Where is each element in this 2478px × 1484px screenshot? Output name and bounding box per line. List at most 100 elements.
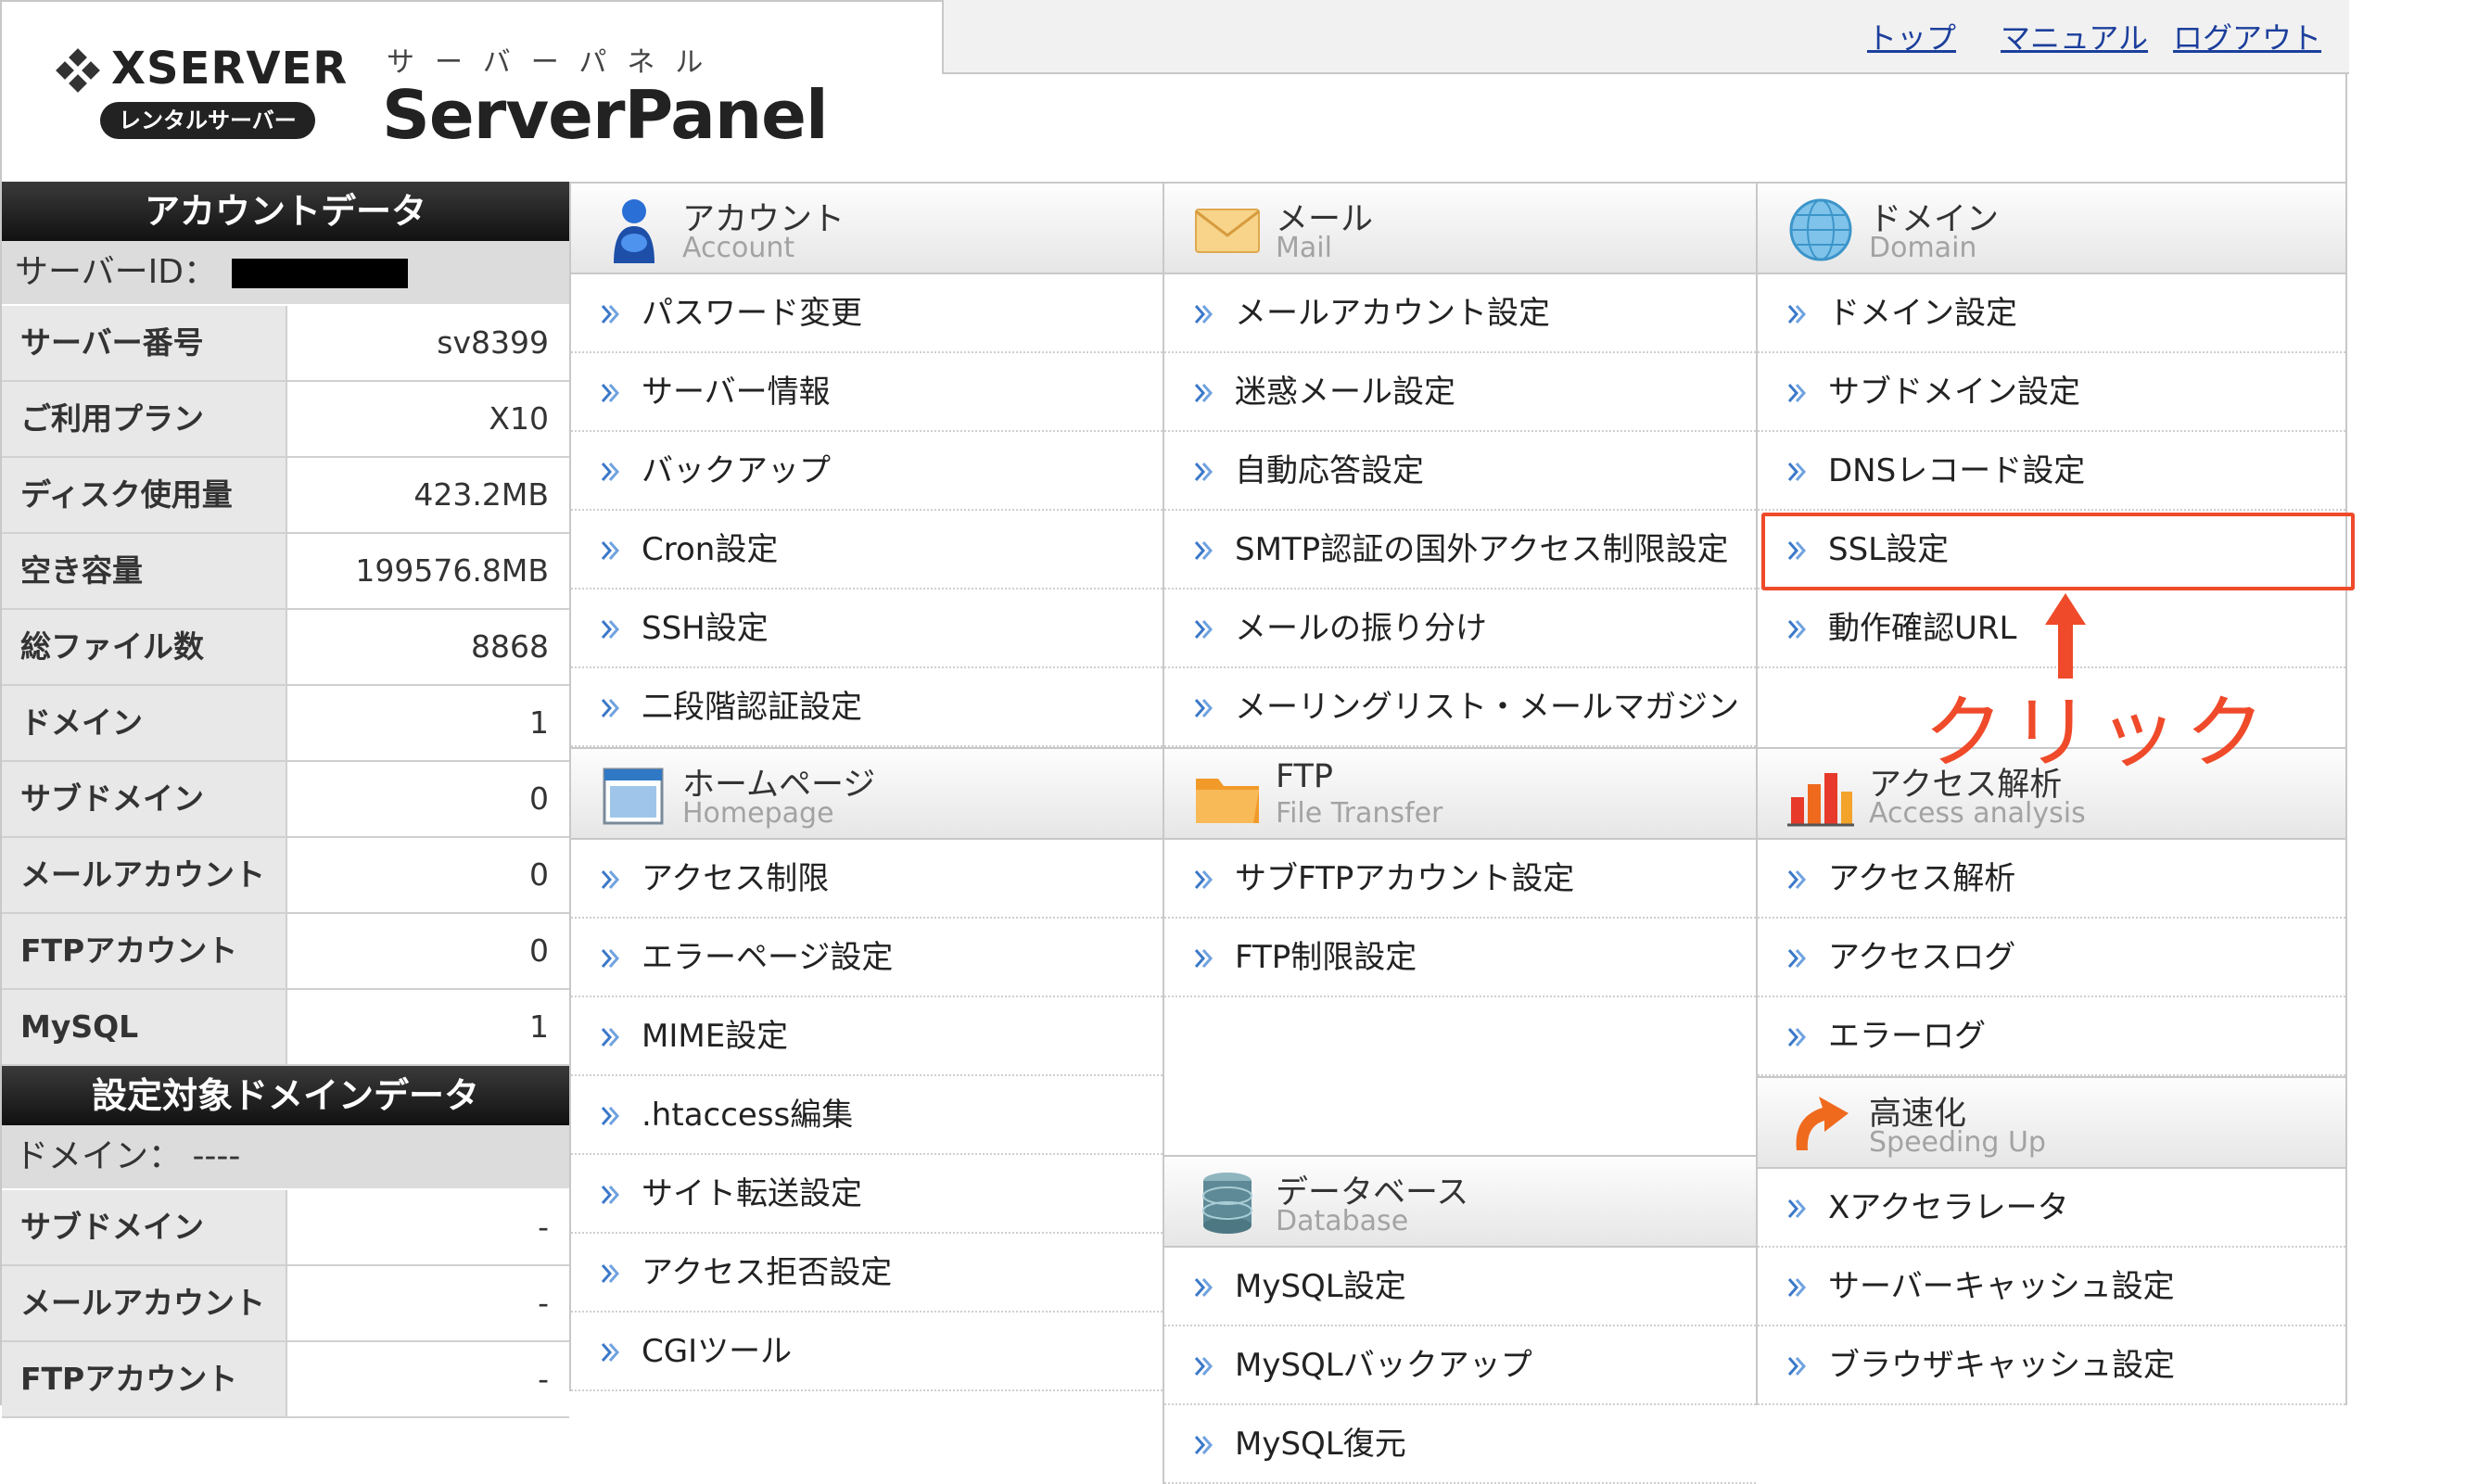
chevron-right-icon <box>1787 620 1807 639</box>
menu-item-account-4[interactable]: SSH設定 <box>571 590 1163 668</box>
chevron-right-icon <box>1194 1278 1214 1297</box>
server-id-redacted <box>231 259 408 288</box>
column-2: メール Mail メールアカウント設定 迷惑メール設定 自動応答設定 SMTP認証の国外ア… <box>1163 182 1756 1484</box>
sidebar: アカウントデータ サーバーID： サーバー番号 sv8399 ご利用プラン X10 ディ… <box>0 182 569 1418</box>
info-row: MySQL 1 <box>2 990 569 1066</box>
menu-item-account-2[interactable]: バックアップ <box>571 432 1163 511</box>
menu-item-account-0[interactable]: パスワード変更 <box>571 274 1163 353</box>
chevron-right-icon <box>1194 305 1214 323</box>
speed-arrow-icon <box>1796 1097 1849 1150</box>
info-key: サーバー番号 <box>2 306 287 380</box>
menu-item-label: メーリングリスト・メールマガジン <box>1235 689 1739 726</box>
info-value: 1 <box>529 1008 549 1045</box>
menu-item-mail-5[interactable]: メーリングリスト・メールマガジン <box>1164 668 1756 747</box>
empty-cell <box>1164 1076 1756 1155</box>
menu-item-ftp-0[interactable]: サブFTPアカウント設定 <box>1164 840 1756 919</box>
menu-item-mail-0[interactable]: メールアカウント設定 <box>1164 274 1756 353</box>
menu-item-label: Xアクセラレータ <box>1828 1189 2069 1226</box>
menu-item-label: エラーページ設定 <box>642 939 894 976</box>
chevron-right-icon <box>1194 1436 1214 1454</box>
globe-icon <box>1789 198 1852 261</box>
info-value: X10 <box>489 400 549 437</box>
header: XSERVER レンタルサーバー サーバーパネル ServerPanel トップ… <box>0 0 2349 182</box>
menu-item-account-1[interactable]: サーバー情報 <box>571 353 1163 432</box>
menu-item-speed-0[interactable]: Xアクセラレータ <box>1758 1169 2345 1248</box>
menu-item-speed-1[interactable]: サーバーキャッシュ設定 <box>1758 1248 2345 1326</box>
info-row: 総ファイル数 8868 <box>2 610 569 686</box>
nav-manual-link[interactable]: マニュアル <box>2001 15 2148 57</box>
menu-item-mail-1[interactable]: 迷惑メール設定 <box>1164 353 1756 432</box>
menu-item-homepage-5[interactable]: アクセス拒否設定 <box>571 1234 1163 1313</box>
menu-item-access-1[interactable]: アクセスログ <box>1758 919 2345 997</box>
chevron-right-icon <box>1194 870 1214 889</box>
nav-top-link[interactable]: トップ <box>1867 15 1956 57</box>
info-value: 8868 <box>471 628 549 665</box>
info-key: FTPアカウント <box>2 914 287 988</box>
info-key: メールアカウント <box>2 1266 287 1340</box>
menu-item-mail-3[interactable]: SMTP認証の国外アクセス制限設定 <box>1164 511 1756 590</box>
info-row: ご利用プラン X10 <box>2 382 569 458</box>
info-key: MySQL <box>2 990 287 1064</box>
menu-item-label: MySQLバックアップ <box>1235 1347 1532 1384</box>
section-subtitle: Speeding Up <box>1869 1126 2046 1159</box>
xserver-logo[interactable]: XSERVER レンタルサーバー <box>48 37 349 148</box>
info-value: 0 <box>529 856 549 893</box>
menu-item-domain-2[interactable]: DNSレコード設定 <box>1758 432 2345 511</box>
menu-item-label: DNSレコード設定 <box>1828 452 2086 489</box>
empty-cell <box>1164 997 1756 1076</box>
menu-item-label: ドメイン設定 <box>1828 295 2017 332</box>
menu-item-homepage-3[interactable]: .htaccess編集 <box>571 1076 1163 1155</box>
info-key: サブドメイン <box>2 1190 287 1264</box>
menu-item-ftp-1[interactable]: FTP制限設定 <box>1164 919 1756 997</box>
menu-item-homepage-2[interactable]: MIME設定 <box>571 997 1163 1076</box>
chevron-right-icon <box>1787 384 1807 402</box>
info-row: ドメイン 1 <box>2 686 569 762</box>
section-ftp: FTP File Transfer サブFTPアカウント設定 FTP制限設定 <box>1164 747 1756 1155</box>
info-value: - <box>538 1285 549 1321</box>
folder-icon <box>1196 779 1259 823</box>
menu-item-domain-0[interactable]: ドメイン設定 <box>1758 274 2345 353</box>
menu-item-account-3[interactable]: Cron設定 <box>571 511 1163 590</box>
menu-item-database-0[interactable]: MySQL設定 <box>1164 1248 1756 1326</box>
menu-item-domain-1[interactable]: サブドメイン設定 <box>1758 353 2345 432</box>
menu-item-label: 迷惑メール設定 <box>1235 374 1455 411</box>
bar-chart-icon <box>1787 773 1854 827</box>
nav-logout-link[interactable]: ログアウト <box>2173 15 2321 57</box>
chevron-right-icon <box>1787 1199 1807 1218</box>
menu-item-homepage-4[interactable]: サイト転送設定 <box>571 1155 1163 1234</box>
info-key: メールアカウント <box>2 838 287 912</box>
info-row: FTPアカウント 0 <box>2 914 569 990</box>
menu-item-label: エラーログ <box>1828 1018 1986 1055</box>
section-subtitle: Access analysis <box>1869 797 2086 830</box>
chevron-right-icon <box>601 620 620 639</box>
panel-title: ServerPanel <box>382 76 829 154</box>
menu-item-label: アクセス拒否設定 <box>642 1254 893 1291</box>
section-subtitle: Domain <box>1869 232 1977 264</box>
menu-item-access-2[interactable]: エラーログ <box>1758 997 2345 1076</box>
menu-item-access-0[interactable]: アクセス解析 <box>1758 840 2345 919</box>
menu-item-label: アクセス解析 <box>1828 860 2016 897</box>
menu-item-homepage-6[interactable]: CGIツール <box>571 1313 1163 1391</box>
chevron-right-icon <box>601 699 620 717</box>
menu-item-mail-4[interactable]: メールの振り分け <box>1164 590 1756 668</box>
menu-item-database-2[interactable]: MySQL復元 <box>1164 1405 1756 1484</box>
menu-item-account-5[interactable]: 二段階認証設定 <box>571 668 1163 747</box>
brand-name: XSERVER <box>111 43 349 95</box>
menu-item-homepage-0[interactable]: アクセス制限 <box>571 840 1163 919</box>
menu-item-mail-2[interactable]: 自動応答設定 <box>1164 432 1756 511</box>
menu-item-label: .htaccess編集 <box>642 1097 854 1134</box>
menu-item-label: Cron設定 <box>642 531 779 568</box>
info-value: 0 <box>529 780 549 817</box>
menu-item-homepage-1[interactable]: エラーページ設定 <box>571 919 1163 997</box>
menu-item-database-1[interactable]: MySQLバックアップ <box>1164 1326 1756 1405</box>
chevron-right-icon <box>1194 949 1214 968</box>
chevron-right-icon <box>1787 949 1807 968</box>
info-value: 423.2MB <box>413 476 549 513</box>
database-icon <box>1202 1173 1252 1234</box>
chevron-right-icon <box>601 463 620 481</box>
section-subtitle: Mail <box>1276 232 1332 264</box>
menu-item-label: 動作確認URL <box>1828 610 2017 647</box>
chevron-right-icon <box>601 949 620 968</box>
menu-item-speed-2[interactable]: ブラウザキャッシュ設定 <box>1758 1326 2345 1405</box>
section-header-account: アカウント Account <box>571 182 1163 274</box>
